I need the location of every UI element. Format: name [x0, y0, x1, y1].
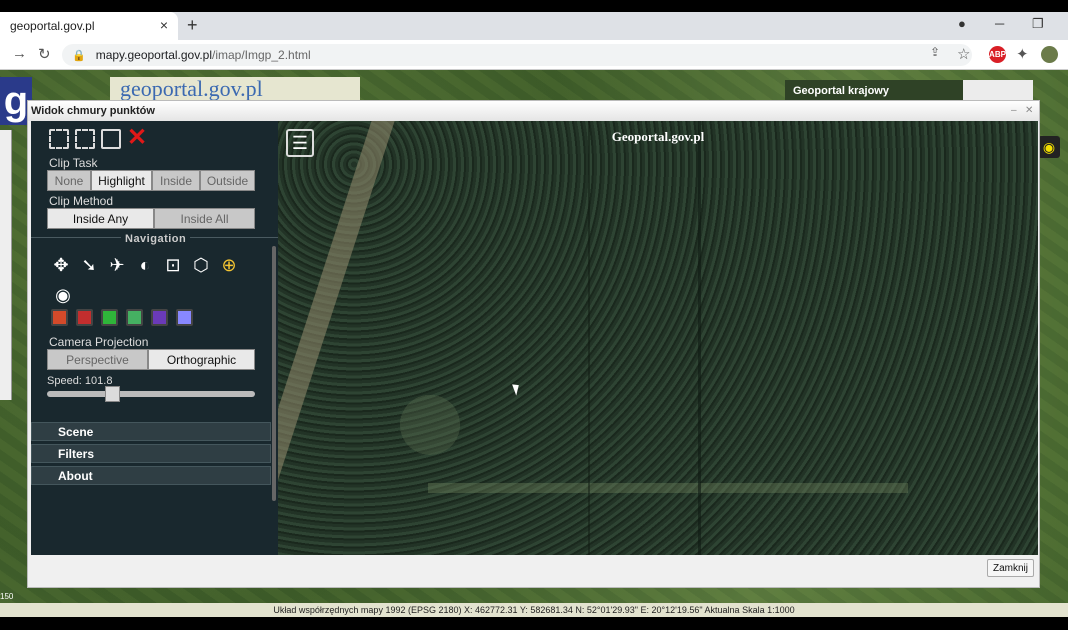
scale-number: 150 [0, 592, 14, 601]
accordion-scene[interactable]: Scene [31, 422, 271, 441]
screen-top-border [0, 0, 1068, 12]
screen-bottom-border [0, 617, 1068, 630]
minimize-window-button[interactable]: ─ [995, 16, 1004, 31]
speed-slider-handle[interactable] [105, 386, 120, 402]
clip-screen-icon[interactable] [101, 129, 121, 149]
point-cloud-dialog: Widok chmury punktów – ✕ ✕ Clip Task Non… [27, 100, 1040, 588]
clip-task-inside[interactable]: Inside [152, 170, 200, 191]
point-cloud-canvas[interactable]: ☰ Geoportal.gov.pl [278, 121, 1038, 555]
clip-volume-icon[interactable] [49, 129, 69, 149]
top-view-icon[interactable] [151, 309, 168, 326]
clip-task-highlight[interactable]: Highlight [91, 170, 152, 191]
clip-task-outside[interactable]: Outside [200, 170, 255, 191]
reload-icon[interactable]: ↻ [38, 45, 51, 63]
clip-method-label: Clip Method [49, 194, 114, 208]
geoportal-banner: geoportal.gov.pl [110, 77, 360, 101]
speed-slider[interactable] [47, 386, 255, 402]
screen: geoportal.gov.pl × + ● ─ ❐ → ↻ 🔒 mapy.ge… [0, 0, 1068, 630]
remove-clip-icon[interactable]: ✕ [127, 126, 147, 150]
orbit-control-icon[interactable]: ◐ [133, 253, 157, 277]
tab-search-icon[interactable]: ● [958, 16, 966, 31]
coordinate-status-bar: Układ współrzędnych mapy 1992 (EPSG 2180… [0, 603, 1068, 617]
sidebar-scrollbar[interactable] [272, 246, 276, 501]
dialog-close-icon[interactable]: ✕ [1025, 105, 1033, 116]
clip-task-label: Clip Task [49, 156, 98, 170]
projection-orthographic[interactable]: Orthographic [148, 349, 255, 370]
speed-label: Speed: 101.8 [47, 375, 113, 387]
clip-task-group: None Highlight Inside Outside [47, 170, 255, 191]
clip-polygon-icon[interactable] [75, 129, 95, 149]
camera-animation-eye-icon[interactable]: ◉ [51, 283, 75, 307]
new-tab-button[interactable]: + [187, 15, 198, 36]
lock-icon: 🔒 [72, 49, 86, 62]
camera-projection-label: Camera Projection [49, 335, 149, 349]
tab-close-icon[interactable]: × [160, 17, 168, 33]
view-cubes [51, 309, 193, 326]
dialog-title: Widok chmury punktów [28, 101, 1039, 121]
fly-control-icon[interactable]: ➘ [77, 253, 101, 277]
earth-control-icon[interactable]: ✥ [49, 253, 73, 277]
map-tool-strip[interactable] [0, 130, 12, 400]
forest-clearing-render [428, 483, 908, 493]
helicopter-control-icon[interactable]: ✈ [105, 253, 129, 277]
extensions-puzzle-icon[interactable]: ✦ [1016, 45, 1029, 63]
right-view-icon[interactable] [76, 309, 93, 326]
eye-icon[interactable]: ◉ [1038, 136, 1060, 158]
forward-arrow-icon[interactable]: → [12, 45, 27, 62]
focus-icon[interactable]: ⊡ [161, 253, 185, 277]
browser-tab[interactable]: geoportal.gov.pl × [0, 12, 178, 40]
bookmark-star-icon[interactable]: ☆ [957, 45, 970, 63]
clip-tools: ✕ [49, 126, 147, 150]
accordion-about[interactable]: About [31, 466, 271, 485]
clip-task-none[interactable]: None [47, 170, 91, 191]
navigation-heading: Navigation [121, 233, 191, 245]
address-bar: → ↻ 🔒 mapy.geoportal.gov.pl /imap/Imgp_2… [0, 40, 1068, 70]
front-view-icon[interactable] [101, 309, 118, 326]
restore-window-button[interactable]: ❐ [1032, 16, 1044, 32]
projection-perspective[interactable]: Perspective [47, 349, 148, 370]
adblock-icon[interactable]: ABP [989, 46, 1006, 63]
back-view-icon[interactable] [126, 309, 143, 326]
potree-viewer-panel: ✕ Clip Task None Highlight Inside Outsid… [31, 121, 1038, 555]
forest-line-render [588, 121, 590, 555]
left-view-icon[interactable] [51, 309, 68, 326]
forest-line-render [698, 121, 701, 555]
tab-strip: geoportal.gov.pl × + ● ─ ❐ [0, 12, 1068, 40]
url-field[interactable]: 🔒 mapy.geoportal.gov.pl /imap/Imgp_2.htm… [62, 44, 972, 66]
dialog-minimize-icon[interactable]: – [1011, 105, 1017, 116]
viewer-title: Geoportal.gov.pl [611, 129, 705, 144]
clip-method-inside-any[interactable]: Inside Any [47, 208, 154, 229]
projection-group: Perspective Orthographic [47, 349, 255, 370]
bottom-view-icon[interactable] [176, 309, 193, 326]
url-host: mapy.geoportal.gov.pl [95, 48, 212, 62]
potree-sidebar: ✕ Clip Task None Highlight Inside Outsid… [31, 121, 278, 555]
compass-icon[interactable]: ⊕ [217, 253, 241, 277]
dialog-close-button[interactable]: Zamknij [987, 559, 1034, 577]
navigation-icons: ✥ ➘ ✈ ◐ ⊡ ⬡ ⊕ [49, 253, 241, 277]
tab-title: geoportal.gov.pl [10, 19, 95, 33]
share-icon[interactable]: ⇪ [930, 45, 940, 59]
navigation-cube-icon[interactable]: ⬡ [189, 253, 213, 277]
accordion-filters[interactable]: Filters [31, 444, 271, 463]
url-path: /imap/Imgp_2.html [212, 48, 311, 62]
clip-method-inside-all[interactable]: Inside All [154, 208, 255, 229]
clip-method-group: Inside Any Inside All [47, 208, 255, 229]
profile-avatar[interactable] [1041, 46, 1058, 63]
